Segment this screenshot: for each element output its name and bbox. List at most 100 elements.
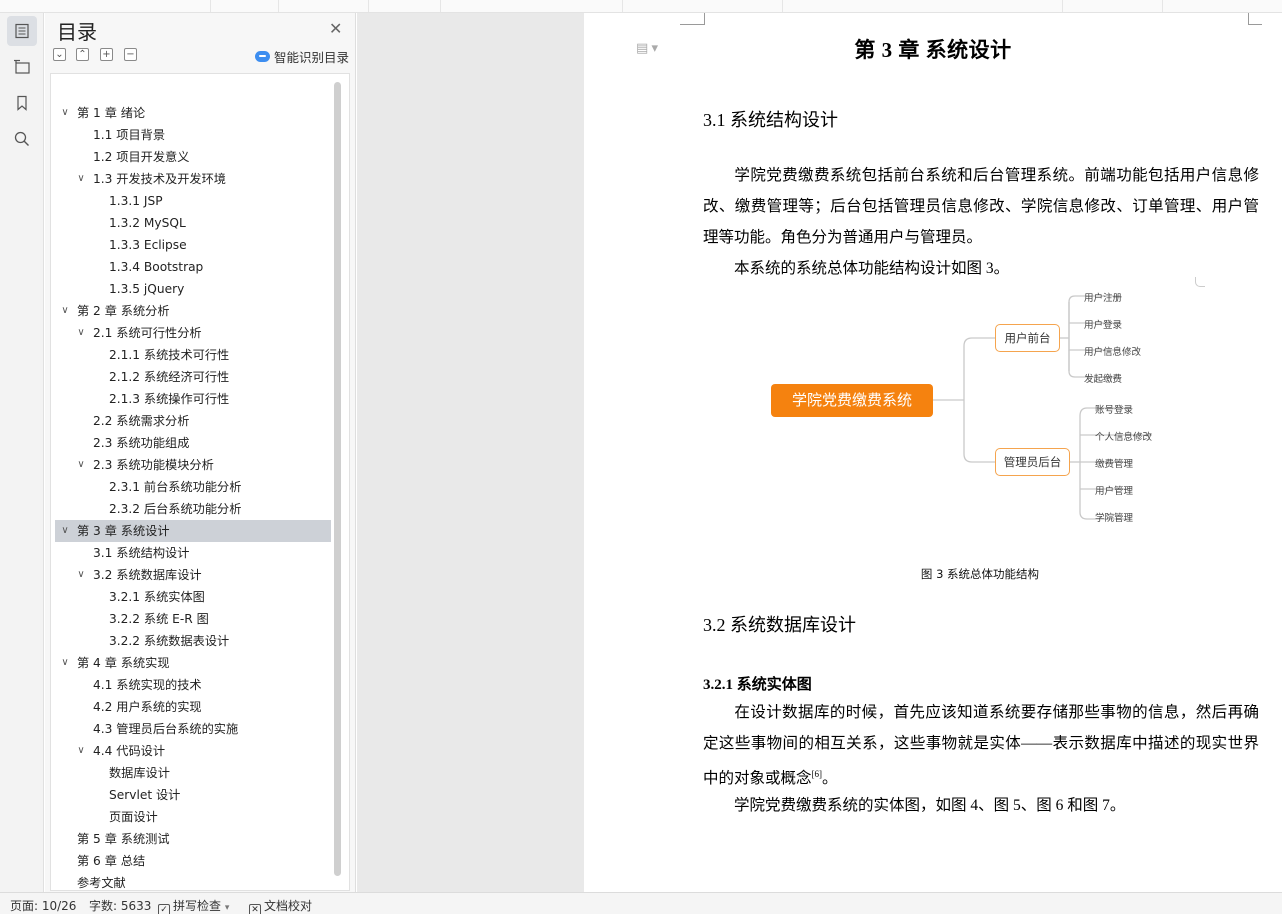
outline-item[interactable]: Servlet 设计 — [55, 784, 331, 806]
paragraph-text: 学院党费缴费系统的实体图，如图 4、图 5、图 6 和图 7。 — [734, 797, 1126, 814]
outline-item-label: 1.3.2 MySQL — [109, 216, 186, 230]
mindmap-leaf: 账号登录 — [1095, 405, 1134, 416]
mindmap-branch-user: 用户前台 — [995, 324, 1060, 352]
wps-writer-window: 目录 ✕ ⌄ ⌃ + − 智能识别目录 ∨ 第 1 章 绪论 1.1 项目背景 1.2… — [0, 0, 1282, 914]
bookmark-button[interactable] — [7, 88, 37, 118]
outline-item[interactable]: 4.1 系统实现的技术 — [55, 674, 331, 696]
collapse-button[interactable]: − — [124, 48, 137, 61]
outline-item[interactable]: 1.3.1 JSP — [55, 190, 331, 212]
outline-scrollbar[interactable] — [334, 82, 342, 882]
chevron-down-icon[interactable]: ∨ — [75, 168, 87, 190]
outline-item[interactable]: 1.3.2 MySQL — [55, 212, 331, 234]
chapter-nav-button[interactable] — [7, 52, 37, 82]
smart-recognize-button[interactable]: 智能识别目录 — [255, 47, 349, 66]
mindmap-leaf: 缴费管理 — [1095, 459, 1134, 470]
document-page[interactable]: ▤ ▾ 第 3 章 系统设计 3.1 系统结构设计 学院党费缴费系统包括前台系统… — [584, 13, 1282, 892]
outline-item-label: 2.3 系统功能组成 — [93, 436, 190, 450]
outline-item-label: Servlet 设计 — [109, 788, 181, 802]
citation-ref[interactable]: [6] — [812, 769, 823, 779]
chapter-icon — [14, 59, 30, 74]
expand-up-button[interactable]: ⌃ — [76, 48, 89, 61]
collapse-all-button[interactable]: ⌄ — [53, 48, 66, 61]
outline-item[interactable]: 3.2.1 系统实体图 — [55, 586, 331, 608]
outline-item[interactable]: ∨ 4.4 代码设计 — [55, 740, 331, 762]
outline-item-label: 2.1 系统可行性分析 — [93, 326, 202, 340]
mindmap-leaf: 用户管理 — [1095, 486, 1134, 497]
mindmap-leaf: 学院管理 — [1095, 513, 1134, 524]
search-icon — [14, 131, 29, 146]
chevron-down-icon[interactable]: ∨ — [75, 740, 87, 762]
outline-item-label: 数据库设计 — [109, 766, 170, 780]
figure-caption: 图 3 系统总体功能结构 — [920, 567, 1040, 581]
page-indicator[interactable]: 页面: 10/26 — [10, 897, 76, 914]
outline-item-label: 2.3.1 前台系统功能分析 — [109, 480, 242, 494]
outline-item[interactable]: 4.3 管理员后台系统的实施 — [55, 718, 331, 740]
outline-item-label: 4.3 管理员后台系统的实施 — [93, 722, 239, 736]
proofread-label: 文档校对 — [264, 899, 313, 913]
paragraph-text: 本系统的系统总体功能结构设计如图 3。 — [734, 260, 1010, 277]
chevron-down-icon[interactable]: ∨ — [75, 564, 87, 586]
chevron-down-icon[interactable]: ∨ — [75, 454, 87, 476]
outline-item-label: 1.2 项目开发意义 — [93, 150, 190, 164]
outline-item[interactable]: 3.1 系统结构设计 — [55, 542, 331, 564]
outline-item[interactable]: 4.2 用户系统的实现 — [55, 696, 331, 718]
outline-item[interactable]: 1.3.5 jQuery — [55, 278, 331, 300]
outline-item-label: 第 1 章 绪论 — [77, 106, 146, 120]
chevron-down-icon[interactable]: ∨ — [59, 102, 71, 124]
outline-scroll-thumb[interactable] — [334, 82, 341, 876]
outline-item-label: 1.3.4 Bootstrap — [109, 260, 204, 274]
status-bar: 页面: 10/26 字数: 5633 ✓ 拼写检查 ▾ ✕ 文档校对 — [0, 892, 1282, 914]
outline-item[interactable]: 页面设计 — [55, 806, 331, 828]
outline-item[interactable]: 3.2.2 系统数据表设计 — [55, 630, 331, 652]
outline-item[interactable]: 1.3.3 Eclipse — [55, 234, 331, 256]
outline-item[interactable]: 2.3 系统功能组成 — [55, 432, 331, 454]
body-paragraph: 学院党费缴费系统包括前台系统和后台管理系统。前端功能包括用户信息修改、缴费管理等… — [703, 160, 1259, 253]
outline-item[interactable]: ∨ 2.3 系统功能模块分析 — [55, 454, 331, 476]
outline-item[interactable]: 2.1.1 系统技术可行性 — [55, 344, 331, 366]
outline-item[interactable]: 第 5 章 系统测试 — [55, 828, 331, 850]
expand-button[interactable]: + — [100, 48, 113, 61]
spell-check-button[interactable]: ✓ 拼写检查 ▾ — [158, 897, 229, 914]
outline-item[interactable]: 2.3.2 后台系统功能分析 — [55, 498, 331, 520]
outline-item[interactable]: 2.1.3 系统操作可行性 — [55, 388, 331, 410]
outline-item[interactable]: ∨ 2.1 系统可行性分析 — [55, 322, 331, 344]
mindmap-root-node: 学院党费缴费系统 — [771, 384, 933, 417]
chevron-down-icon[interactable]: ∨ — [59, 300, 71, 322]
outline-item[interactable]: 3.2.2 系统 E-R 图 — [55, 608, 331, 630]
outline-item[interactable]: 2.1.2 系统经济可行性 — [55, 366, 331, 388]
outline-item[interactable]: 参考文献 — [55, 872, 331, 890]
search-button[interactable] — [7, 124, 37, 154]
outline-panel: 目录 ✕ ⌄ ⌃ + − 智能识别目录 ∨ 第 1 章 绪论 1.1 项目背景 1.2… — [45, 13, 356, 892]
body-paragraph: 在设计数据库的时候，首先应该知道系统要存储那些事物的信息，然后再确定这些事物间的… — [703, 697, 1259, 794]
subsection-heading-3-2-1: 3.2.1 系统实体图 — [703, 677, 812, 693]
outline-item-label: 页面设计 — [109, 810, 158, 824]
outline-item[interactable]: ∨ 第 2 章 系统分析 — [55, 300, 331, 322]
chevron-down-icon[interactable]: ∨ — [75, 322, 87, 344]
outline-item[interactable]: 2.3.1 前台系统功能分析 — [55, 476, 331, 498]
margin-corner-marker — [1195, 277, 1205, 287]
margin-corner-marker — [680, 13, 705, 25]
side-icon-rail — [0, 13, 44, 892]
bookmark-icon — [17, 95, 27, 111]
outline-item[interactable]: 1.1 项目背景 — [55, 124, 331, 146]
outline-item[interactable]: 1.3.4 Bootstrap — [55, 256, 331, 278]
close-icon[interactable]: ✕ — [329, 19, 342, 38]
outline-item-label: 3.2.2 系统 E-R 图 — [109, 612, 209, 626]
outline-item-label: 1.1 项目背景 — [93, 128, 166, 142]
outline-item[interactable]: ∨ 3.2 系统数据库设计 — [55, 564, 331, 586]
outline-item-label: 2.2 系统需求分析 — [93, 414, 190, 428]
outline-item[interactable]: 数据库设计 — [55, 762, 331, 784]
outline-item[interactable]: 2.2 系统需求分析 — [55, 410, 331, 432]
proofread-button[interactable]: ✕ 文档校对 — [249, 897, 312, 914]
outline-item[interactable]: ∨ 第 4 章 系统实现 — [55, 652, 331, 674]
chevron-down-icon[interactable]: ∨ — [59, 520, 71, 542]
outline-item[interactable]: ∨ 第 3 章 系统设计 — [55, 520, 331, 542]
outline-toggle-button[interactable] — [7, 16, 37, 46]
chevron-down-icon[interactable]: ∨ — [59, 652, 71, 674]
outline-item[interactable]: 1.2 项目开发意义 — [55, 146, 331, 168]
outline-item[interactable]: 第 6 章 总结 — [55, 850, 331, 872]
outline-item[interactable]: ∨ 第 1 章 绪论 — [55, 102, 331, 124]
mindmap-leaf: 个人信息修改 — [1095, 432, 1153, 443]
outline-item[interactable]: ∨ 1.3 开发技术及开发环境 — [55, 168, 331, 190]
word-count[interactable]: 字数: 5633 — [89, 897, 151, 914]
